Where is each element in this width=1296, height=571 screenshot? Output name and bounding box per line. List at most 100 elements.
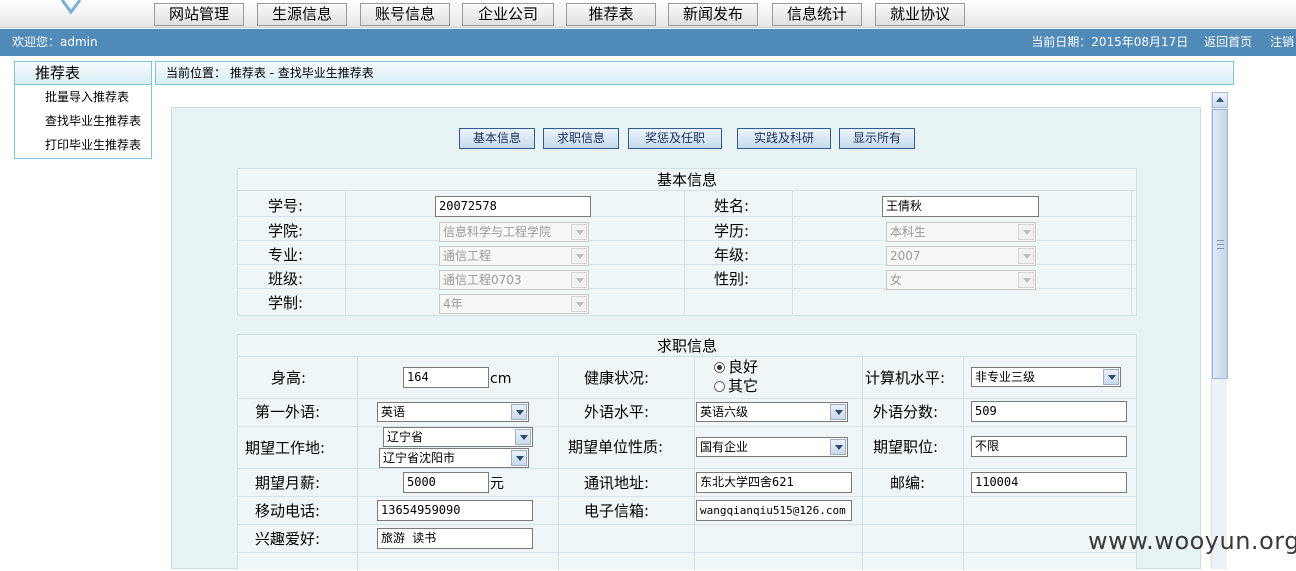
province-select[interactable]: 辽宁省	[383, 427, 533, 447]
computer-level-label: 计算机水平:	[865, 369, 946, 387]
language-level-label: 外语水平:	[584, 403, 650, 421]
health-good-radio[interactable]: 良好	[714, 358, 758, 376]
chevron-down-icon	[1018, 224, 1034, 240]
tab-practice[interactable]: 实践及科研	[737, 128, 831, 149]
schooling-select[interactable]: 4年	[439, 294, 589, 314]
class-select[interactable]: 通信工程0703	[439, 270, 589, 290]
chevron-down-icon	[571, 224, 587, 240]
hobby-input[interactable]: 旅游 读书	[377, 528, 533, 549]
grade-select[interactable]: 2007	[886, 246, 1036, 266]
mobile-input[interactable]: 13654959090	[377, 500, 533, 521]
nav-employment-agreement[interactable]: 就业协议	[875, 3, 965, 26]
current-date: 当前日期：2015年08月17日	[1031, 35, 1189, 49]
address-label: 通讯地址:	[584, 474, 650, 492]
basic-info-title: 基本信息	[238, 169, 1136, 191]
sidebar-item-batch-import[interactable]: 批量导入推荐表	[15, 85, 151, 109]
job-info-section: 求职信息 身高: 164 cm 健康状况: 良好 其它 计算机水平: 非专业三级…	[237, 334, 1137, 571]
header-bar: 欢迎您：admin 当前日期：2015年08月17日 返回首页 注销	[0, 29, 1296, 56]
gender-select[interactable]: 女	[886, 270, 1036, 290]
top-nav-bar: 网站管理 生源信息 账号信息 企业公司 推荐表 新闻发布 信息统计 就业协议	[0, 0, 1296, 28]
hobby-label: 兴趣爱好:	[255, 530, 321, 548]
grip-icon	[1217, 240, 1224, 249]
height-unit: cm	[490, 371, 512, 387]
sidebar-item-print-graduate[interactable]: 打印毕业生推荐表	[15, 133, 151, 157]
language-score-input[interactable]: 509	[971, 401, 1127, 422]
health-label: 健康状况:	[584, 369, 650, 387]
class-label: 班级:	[268, 270, 304, 288]
student-id-input[interactable]: 20072578	[435, 196, 591, 217]
radio-selected-icon	[714, 362, 725, 373]
language-score-label: 外语分数:	[873, 403, 939, 421]
email-input[interactable]: wangqianqiu515@126.com	[696, 500, 852, 521]
chevron-down-icon	[830, 404, 846, 420]
nav-site-management[interactable]: 网站管理	[154, 3, 244, 26]
sidebar: 推荐表 批量导入推荐表 查找毕业生推荐表 打印毕业生推荐表	[14, 61, 152, 159]
unit-type-label: 期望单位性质:	[568, 438, 664, 456]
job-info-title: 求职信息	[238, 335, 1136, 357]
tab-basic-info[interactable]: 基本信息	[459, 128, 535, 149]
city-select[interactable]: 辽宁省沈阳市	[379, 448, 529, 468]
salary-input[interactable]: 5000	[403, 472, 489, 493]
address-input[interactable]: 东北大学四舍621	[696, 472, 852, 493]
tab-job-info[interactable]: 求职信息	[543, 128, 619, 149]
grade-label: 年级:	[714, 246, 750, 264]
email-label: 电子信箱:	[584, 502, 650, 520]
radio-empty-icon	[714, 381, 725, 392]
foreign-language-select[interactable]: 英语	[377, 402, 529, 422]
nav-news[interactable]: 新闻发布	[668, 3, 758, 26]
height-input[interactable]: 164	[403, 367, 489, 388]
chevron-down-icon	[571, 248, 587, 264]
section-tabs: 基本信息 求职信息 奖惩及任职 实践及科研 显示所有	[172, 128, 1200, 150]
watermark-text: www.wooyun.org	[1088, 527, 1296, 555]
major-label: 专业:	[268, 246, 304, 264]
chevron-down-icon	[515, 429, 531, 445]
computer-level-select[interactable]: 非专业三级	[971, 367, 1121, 387]
logo-icon	[60, 0, 82, 14]
chevron-down-icon	[511, 450, 527, 466]
salary-unit: 元	[490, 476, 504, 492]
nav-student-source[interactable]: 生源信息	[257, 3, 347, 26]
logout-link[interactable]: 注销	[1270, 35, 1294, 49]
vertical-scrollbar[interactable]	[1211, 92, 1228, 569]
back-home-link[interactable]: 返回首页	[1204, 35, 1252, 49]
height-label: 身高:	[271, 369, 307, 387]
tab-show-all[interactable]: 显示所有	[839, 128, 915, 149]
education-label: 学历:	[714, 222, 750, 240]
position-label: 期望职位:	[873, 438, 939, 456]
mobile-label: 移动电话:	[255, 502, 321, 520]
chevron-down-icon	[1018, 272, 1034, 288]
language-level-select[interactable]: 英语六级	[696, 402, 848, 422]
breadcrumb: 当前位置： 推荐表 - 查找毕业生推荐表	[155, 61, 1234, 85]
sidebar-item-find-graduate[interactable]: 查找毕业生推荐表	[15, 109, 151, 133]
nav-recommendation[interactable]: 推荐表	[566, 3, 656, 26]
college-label: 学院:	[268, 222, 304, 240]
chevron-down-icon	[1018, 248, 1034, 264]
chevron-down-icon	[571, 272, 587, 288]
position-input[interactable]: 不限	[971, 436, 1127, 457]
nav-company[interactable]: 企业公司	[462, 3, 554, 26]
nav-account-info[interactable]: 账号信息	[360, 3, 450, 26]
chevron-down-icon	[1103, 369, 1119, 385]
workplace-label: 期望工作地:	[245, 439, 326, 457]
unit-type-select[interactable]: 国有企业	[696, 437, 848, 457]
scroll-up-icon[interactable]	[1212, 92, 1228, 108]
sidebar-title: 推荐表	[15, 62, 151, 85]
name-input[interactable]: 王倩秋	[882, 196, 1039, 217]
zip-label: 邮编:	[890, 474, 926, 492]
major-select[interactable]: 通信工程	[439, 246, 589, 266]
college-select[interactable]: 信息科学与工程学院	[439, 222, 589, 242]
student-id-label: 学号:	[268, 197, 304, 215]
zip-input[interactable]: 110004	[971, 472, 1127, 493]
chevron-down-icon	[511, 404, 527, 420]
salary-label: 期望月薪:	[255, 474, 321, 492]
nav-statistics[interactable]: 信息统计	[772, 3, 862, 26]
gender-label: 性别:	[714, 270, 750, 288]
tab-awards[interactable]: 奖惩及任职	[628, 128, 722, 149]
chevron-down-icon	[830, 439, 846, 455]
health-other-radio[interactable]: 其它	[714, 377, 758, 395]
education-select[interactable]: 本科生	[886, 222, 1036, 242]
foreign-language-label: 第一外语:	[255, 403, 321, 421]
schooling-label: 学制:	[268, 294, 304, 312]
chevron-down-icon	[571, 296, 587, 312]
scroll-thumb[interactable]	[1212, 109, 1228, 379]
